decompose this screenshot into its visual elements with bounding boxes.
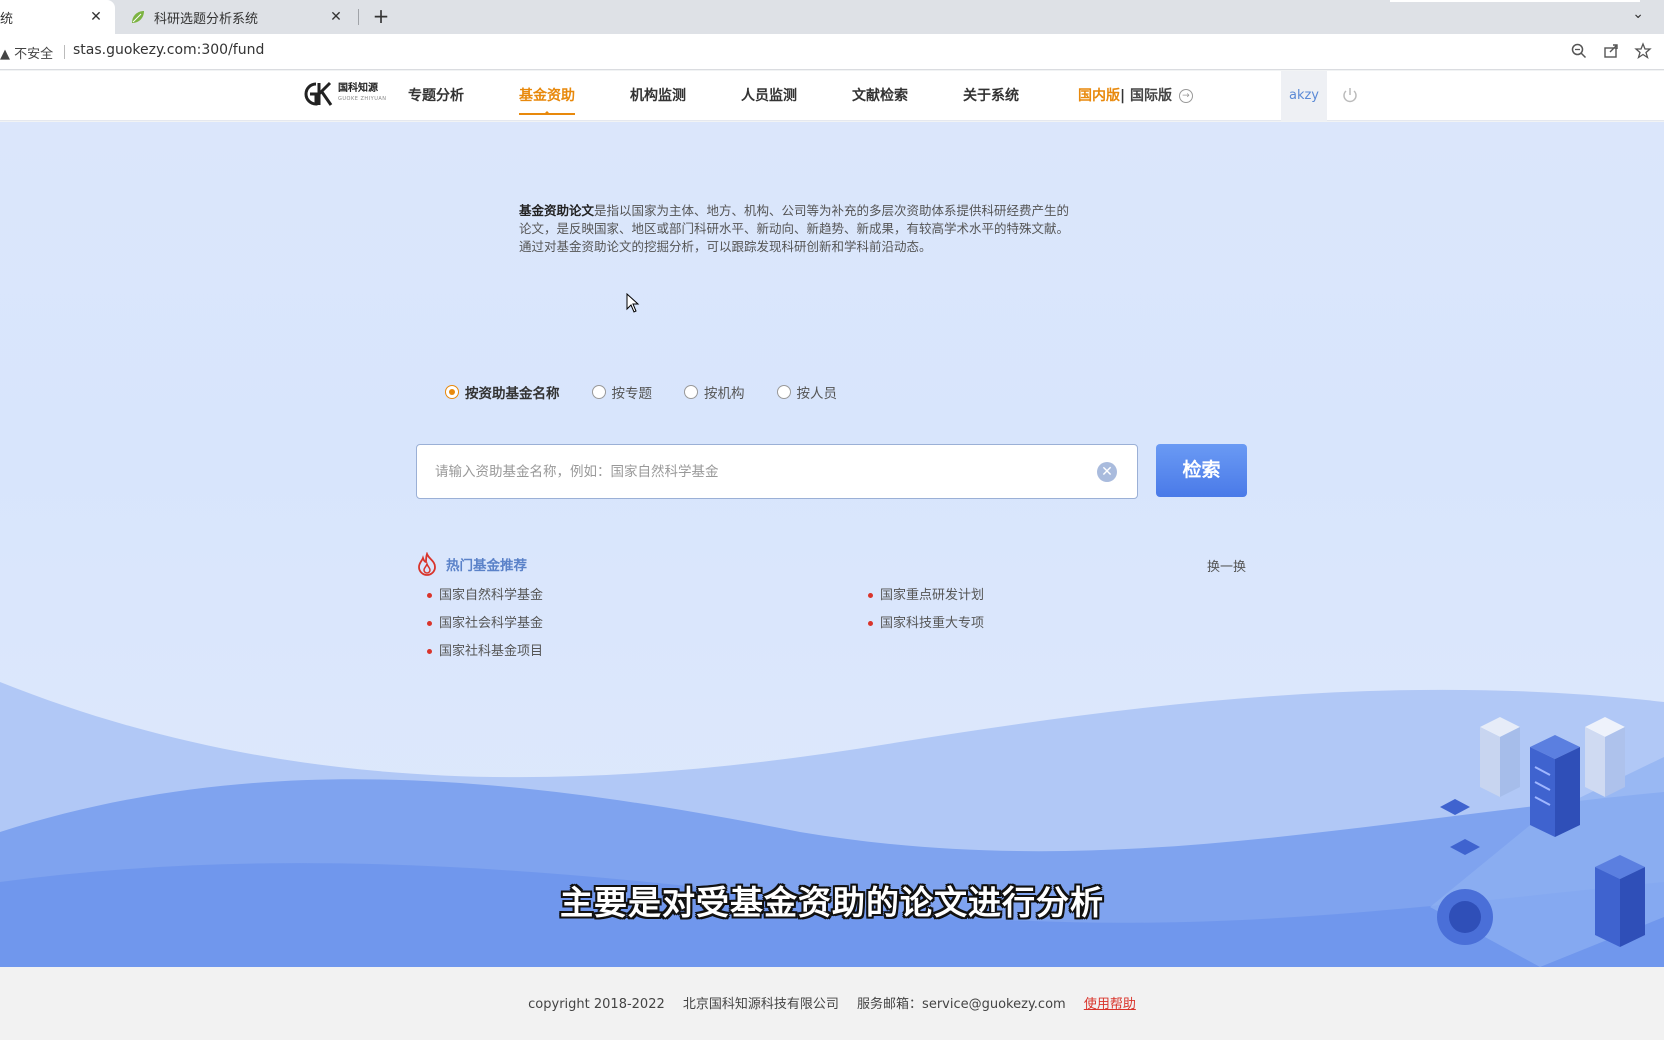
nav-literature-search[interactable]: 文献检索 — [852, 71, 908, 121]
tab-title: 统 — [0, 11, 14, 27]
server-isometric-illustration — [1430, 717, 1664, 967]
new-tab-button[interactable]: + — [370, 6, 392, 28]
refresh-button[interactable]: 换一换 — [1207, 556, 1246, 575]
hot-fund-item[interactable]: 国家自然科学基金 — [427, 584, 543, 603]
mode-fund-name[interactable]: 按资助基金名称 — [445, 382, 560, 402]
site-header: 国科知源 GUOKE ZHIYUAN 专题分析 基金资助 机构监测 人员监测 文… — [0, 71, 1664, 121]
hot-fund-item[interactable]: 国家重点研发计划 — [868, 584, 984, 603]
url-field[interactable]: stas.guokezy.com:300/fund — [73, 42, 264, 58]
radio-icon — [445, 385, 459, 399]
browser-tab-active[interactable]: 统 ✕ — [0, 0, 115, 34]
site-footer: copyright 2018-2022 北京国科知源科技有限公司 服务邮箱：se… — [0, 967, 1664, 1040]
address-divider — [64, 45, 65, 59]
nav-fund[interactable]: 基金资助 — [519, 71, 575, 121]
zoom-icon[interactable] — [1570, 42, 1588, 60]
username[interactable]: akzy — [1281, 71, 1327, 121]
site-logo[interactable]: 国科知源 GUOKE ZHIYUAN — [300, 77, 392, 111]
nav-about[interactable]: 关于系统 — [963, 71, 1019, 121]
hot-funds-title: 热门基金推荐 — [446, 558, 527, 574]
logo-text: 国科知源 GUOKE ZHIYUAN — [338, 83, 387, 102]
search-button[interactable]: 检索 — [1156, 444, 1247, 497]
main-nav: 专题分析 基金资助 机构监测 人员监测 文献检索 关于系统 — [408, 71, 1074, 121]
intro-description: 是指以国家为主体、地方、机构、公司等为补充的多层次资助体系提供科研经费产生的论文… — [519, 203, 1070, 254]
switch-arrow-icon[interactable]: → — [1178, 89, 1193, 103]
mode-person[interactable]: 按人员 — [776, 382, 837, 402]
search-input[interactable] — [435, 445, 1075, 498]
nav-topic-analysis[interactable]: 专题分析 — [408, 71, 464, 121]
footer-copyright: copyright 2018-2022 — [528, 997, 665, 1012]
tab-close-icon[interactable]: ✕ — [87, 8, 105, 26]
power-icon[interactable] — [1341, 86, 1359, 104]
browser-tab[interactable]: 科研选题分析系统 ✕ — [130, 0, 355, 34]
browser-tabbar: 统 ✕ 科研选题分析系统 ✕ + ⌄ — [0, 0, 1664, 34]
video-subtitle: 主要是对受基金资助的论文进行分析 — [560, 883, 1104, 922]
version-separator: | — [1120, 88, 1126, 104]
window-edge — [1390, 0, 1640, 2]
mode-topic[interactable]: 按专题 — [591, 382, 652, 402]
hot-fund-item[interactable]: 国家社科基金项目 — [427, 640, 543, 659]
chevron-down-icon[interactable]: ⌄ — [1632, 6, 1644, 22]
warning-icon: ▲ — [0, 47, 15, 62]
mouse-cursor-icon — [626, 293, 640, 313]
radio-icon — [591, 385, 606, 399]
version-switch: 国内版| 国际版 → — [1078, 71, 1193, 121]
leaf-icon — [132, 11, 144, 23]
nav-person-monitor[interactable]: 人员监测 — [741, 71, 797, 121]
tab-title: 科研选题分析系统 — [154, 11, 259, 27]
version-international[interactable]: 国际版 — [1130, 88, 1172, 104]
hot-fund-item[interactable]: 国家科技重大专项 — [868, 612, 984, 631]
star-icon[interactable] — [1634, 42, 1652, 60]
address-bar: ▲ 不安全 stas.guokezy.com:300/fund — [0, 34, 1664, 70]
search-box: ✕ — [416, 444, 1138, 499]
intro-text: 基金资助论文是指以国家为主体、地方、机构、公司等为补充的多层次资助体系提供科研经… — [519, 202, 1079, 256]
security-warning[interactable]: ▲ 不安全 — [0, 43, 53, 62]
flame-icon — [418, 552, 436, 576]
footer-company: 北京国科知源科技有限公司 — [682, 997, 839, 1012]
hot-fund-item[interactable]: 国家社会科学基金 — [427, 612, 543, 631]
version-domestic[interactable]: 国内版 — [1078, 88, 1120, 104]
clear-icon[interactable]: ✕ — [1097, 462, 1117, 482]
main-content: 基金资助论文是指以国家为主体、地方、机构、公司等为补充的多层次资助体系提供科研经… — [0, 122, 1664, 967]
share-icon[interactable] — [1602, 42, 1620, 60]
hot-funds: 热门基金推荐 换一换 国家自然科学基金 国家重点研发计划 国家社会科学基金 国家… — [416, 552, 1246, 659]
tab-close-icon[interactable]: ✕ — [327, 8, 345, 26]
nav-institution-monitor[interactable]: 机构监测 — [630, 71, 686, 121]
background-waves — [0, 682, 1664, 967]
footer-email: 服务邮箱：service@guokezy.com — [857, 997, 1066, 1012]
search-mode-group: 按资助基金名称 按专题 按机构 按人员 — [445, 382, 869, 402]
intro-term: 基金资助论文 — [519, 203, 595, 218]
radio-icon — [684, 385, 698, 399]
logo-mark — [304, 81, 333, 106]
mode-institution[interactable]: 按机构 — [684, 382, 745, 402]
radio-icon — [776, 385, 791, 399]
address-actions — [1570, 42, 1652, 60]
hot-funds-header: 热门基金推荐 — [416, 552, 1246, 576]
help-link[interactable]: 使用帮助 — [1084, 997, 1136, 1012]
tab-divider — [358, 9, 359, 25]
